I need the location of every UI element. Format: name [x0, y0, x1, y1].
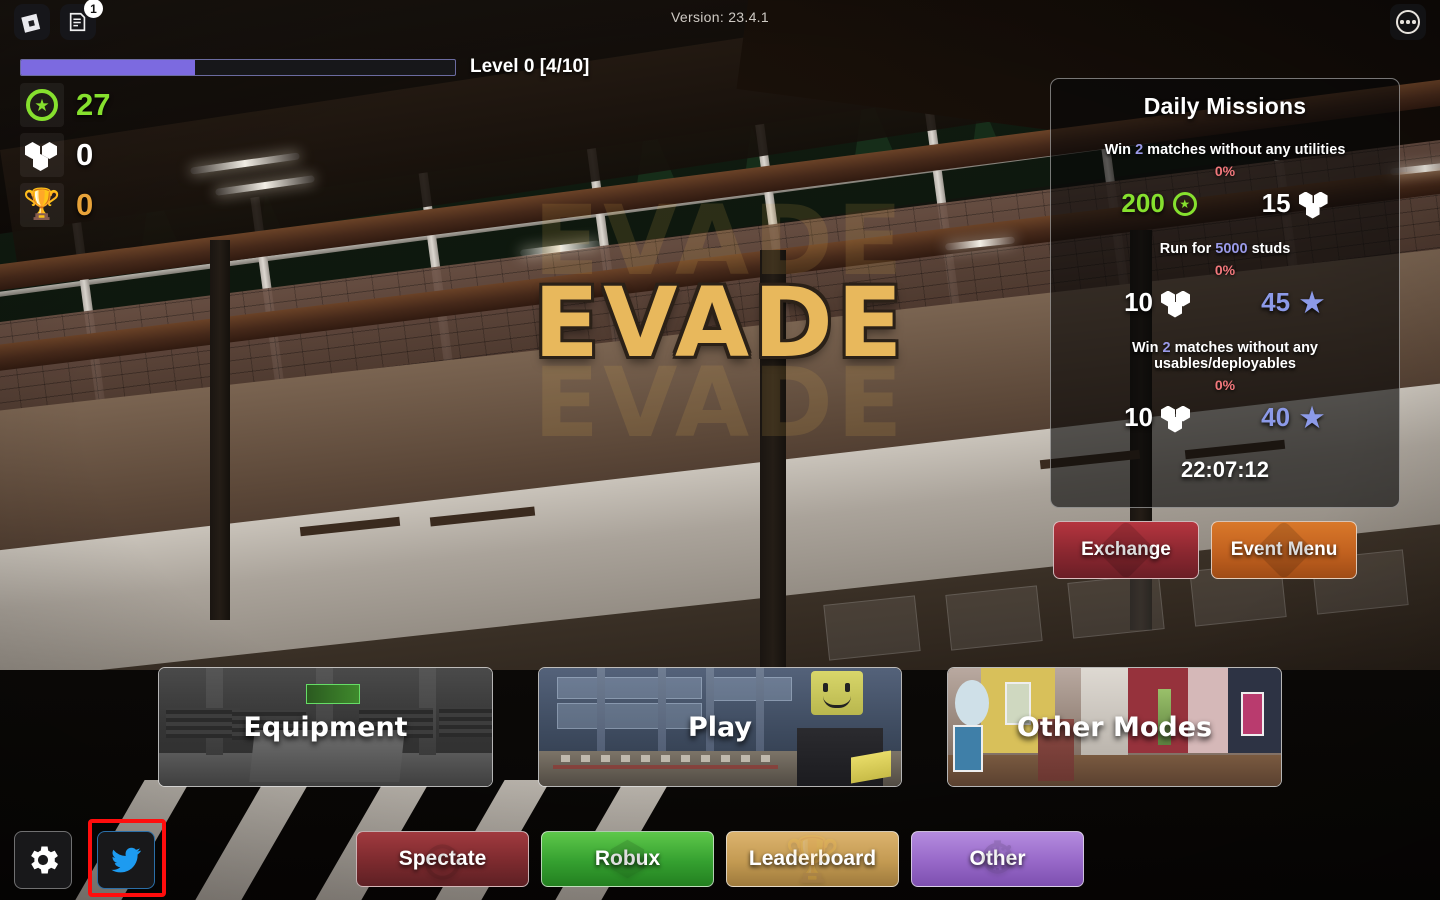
target-watermark-icon: ◎ — [423, 834, 462, 884]
mission-reward-right-value: 40 — [1261, 402, 1291, 432]
stat-trophies: 🏆 0 — [20, 180, 110, 230]
more-circle — [1396, 10, 1420, 34]
mission-reward-right-value: 45 — [1261, 287, 1291, 317]
mission-reward-right: 40 ★ — [1261, 402, 1326, 433]
logo-text: EVADE — [410, 267, 1030, 379]
equipment-card-button[interactable]: Equipment — [158, 667, 493, 787]
mission-item: Run for 5000 studs 0% 10 45 ★ — [1061, 241, 1389, 318]
mission-reward-left-value: 10 — [1124, 402, 1153, 432]
more-options-icon[interactable] — [1390, 4, 1426, 40]
other-modes-card-button[interactable]: Other Modes — [947, 667, 1282, 787]
orange-trophy-icon: 🏆 — [20, 183, 64, 227]
level-progress-row: Level 0 [4/10] — [20, 56, 589, 78]
rhombus-watermark-icon — [1256, 522, 1312, 578]
stat-coins: ★ 27 — [20, 80, 110, 130]
mission-desc-highlight: 5000 — [1215, 241, 1248, 257]
top-bar: 1 Version: 23.4.1 — [0, 0, 1440, 44]
equipment-card-label: Equipment — [243, 711, 408, 743]
mission-item: Win 2 matches without any usables/deploy… — [1061, 340, 1389, 433]
mission-desc-post: matches without any usables/deployables — [1154, 340, 1318, 372]
robux-button[interactable]: ⬢ Robux — [541, 831, 714, 887]
mission-progress-percent: 0% — [1214, 262, 1236, 278]
level-progress-bar — [20, 58, 456, 76]
mission-rewards: 10 40 ★ — [1061, 402, 1389, 433]
play-card-button[interactable]: Play — [538, 667, 902, 787]
exchange-button[interactable]: Exchange — [1053, 521, 1199, 579]
mission-desc-pre: Win — [1104, 142, 1136, 158]
daily-missions-title: Daily Missions — [1143, 93, 1307, 119]
trophy-watermark-icon: 🏆 — [785, 835, 840, 884]
mission-desc-highlight: 2 — [1162, 340, 1171, 356]
level-progress-fill — [21, 59, 195, 75]
stat-coins-value: 27 — [76, 87, 111, 122]
white-hexagon-cluster-icon — [20, 133, 64, 177]
robux-watermark-icon: ⬢ — [608, 834, 647, 884]
mission-reward-right-value: 15 — [1261, 188, 1291, 218]
mission-description: Win 2 matches without any usables/deploy… — [1061, 340, 1389, 372]
mission-description: Run for 5000 studs — [1061, 241, 1389, 257]
side-action-buttons: Exchange Event Menu — [1053, 521, 1357, 579]
mission-desc-pre: Run for — [1159, 241, 1216, 257]
blue-star-icon: ★ — [1298, 400, 1326, 435]
mission-reward-right: 15 — [1262, 188, 1329, 219]
other-button[interactable]: ⏱ Other — [911, 831, 1084, 887]
white-hexagon-cluster-icon — [1298, 190, 1329, 219]
mission-rewards: 200 ★ 15 — [1061, 188, 1389, 219]
daily-missions-panel: Daily Missions Win 2 matches without any… — [1050, 78, 1400, 508]
green-star-coin-icon: ★ — [1172, 191, 1197, 216]
main-menu-cards: Equipment Play Other Modes — [0, 667, 1440, 787]
white-hexagon-cluster-icon — [1161, 289, 1191, 318]
roblox-character — [811, 671, 863, 715]
mission-reward-left-value: 10 — [1124, 287, 1153, 317]
stopwatch-watermark-icon: ⏱ — [980, 834, 1015, 883]
daily-missions-timer: 22:07:12 — [1180, 457, 1270, 482]
white-hexagon-cluster-icon — [1161, 404, 1191, 433]
mission-reward-left: 200 ★ — [1121, 188, 1197, 219]
bottom-pill-buttons: ◎ Spectate ⬢ Robux 🏆 Leaderboard ⏱ Other — [0, 831, 1440, 887]
mission-progress-percent: 0% — [1214, 163, 1236, 179]
mission-item: Win 2 matches without any utilities 0% 2… — [1061, 142, 1389, 219]
mission-desc-highlight: 2 — [1135, 142, 1144, 158]
stat-hexes: 0 — [20, 130, 110, 180]
mission-reward-right: 45 ★ — [1261, 287, 1326, 318]
rhombus-watermark-icon — [1098, 522, 1154, 578]
player-stats: ★ 27 0 🏆 0 — [20, 80, 110, 230]
stat-trophies-value: 0 — [76, 187, 94, 222]
event-menu-button[interactable]: Event Menu — [1211, 521, 1357, 579]
stat-hexes-value: 0 — [76, 137, 94, 172]
mission-desc-post: matches without any utilities — [1143, 142, 1346, 158]
level-label: Level 0 [4/10] — [470, 56, 590, 77]
mission-reward-left-value: 200 — [1121, 188, 1165, 218]
mission-desc-post: studs — [1247, 241, 1291, 257]
blue-star-icon: ★ — [1298, 285, 1326, 320]
mission-progress-percent: 0% — [1214, 377, 1236, 393]
mission-reward-left: 10 — [1124, 287, 1191, 318]
mission-description: Win 2 matches without any utilities — [1061, 142, 1389, 158]
other-modes-card-label: Other Modes — [1016, 711, 1213, 743]
spectate-button[interactable]: ◎ Spectate — [356, 831, 529, 887]
game-screen: EVADE EVADE EVADE 1 Version: 23.4.1 Leve… — [0, 0, 1440, 900]
leaderboard-button[interactable]: 🏆 Leaderboard — [726, 831, 899, 887]
mission-rewards: 10 45 ★ — [1061, 287, 1389, 318]
play-card-label: Play — [687, 711, 753, 743]
bottom-bar: ◎ Spectate ⬢ Robux 🏆 Leaderboard ⏱ Other — [0, 810, 1440, 900]
mission-desc-pre: Win — [1131, 340, 1163, 356]
version-label: Version: 23.4.1 — [671, 9, 769, 25]
green-star-coin-icon: ★ — [20, 83, 64, 127]
mission-reward-left: 10 — [1124, 402, 1191, 433]
